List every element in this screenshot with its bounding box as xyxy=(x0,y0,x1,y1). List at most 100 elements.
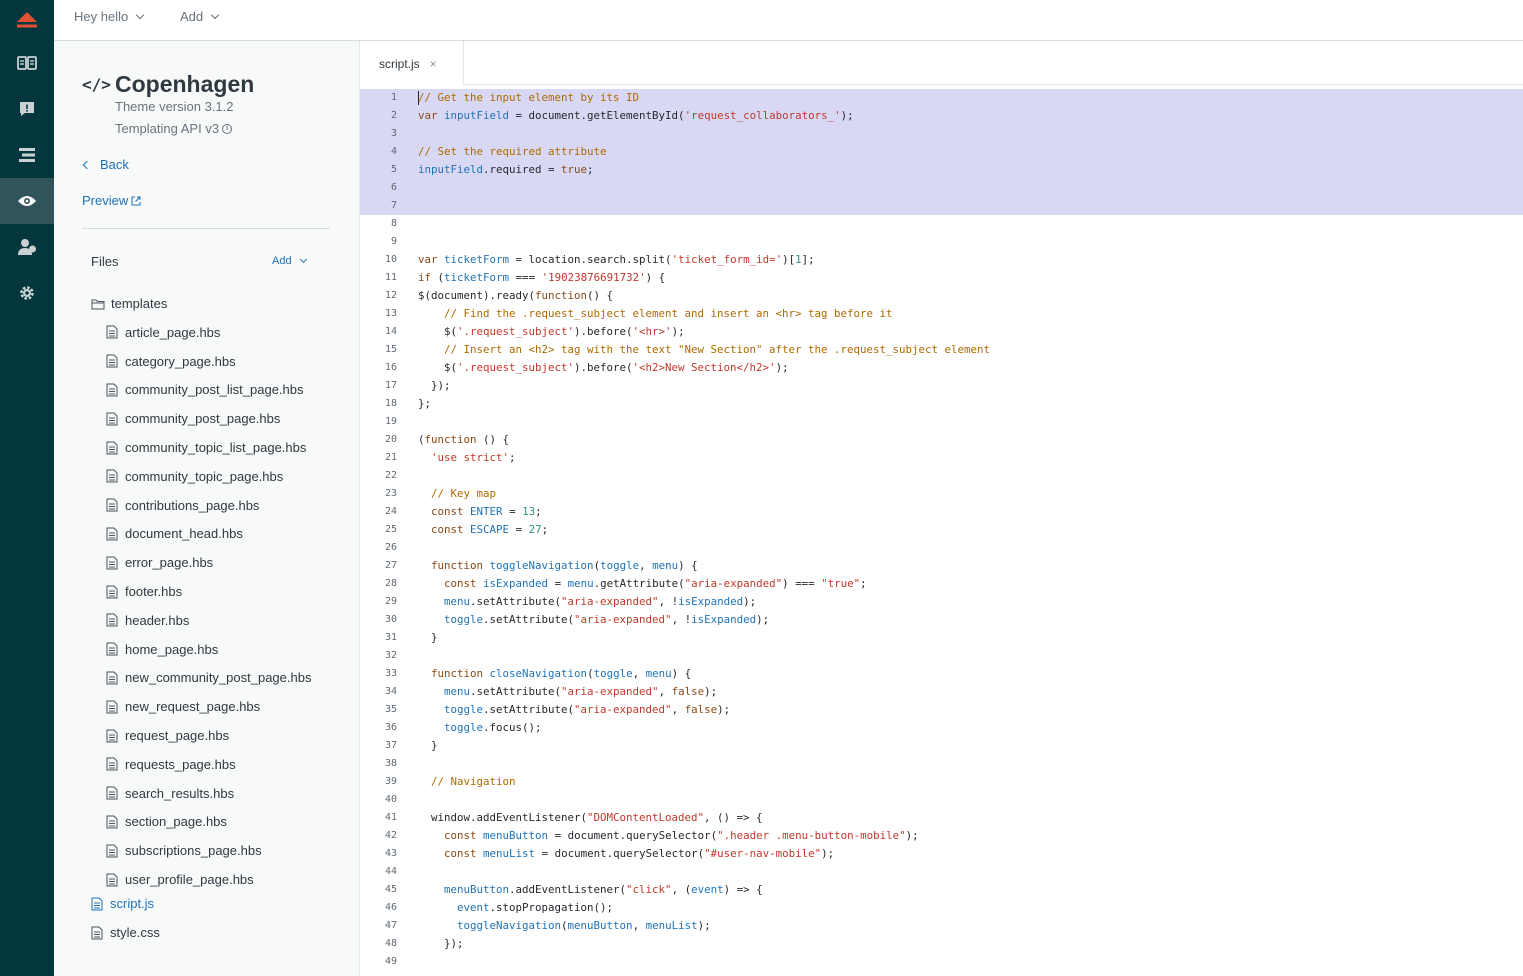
file-list-item[interactable]: community_post_list_page.hbs xyxy=(106,376,311,405)
code-text: $('.request_subject').before('<hr>'); xyxy=(418,325,685,338)
file-list-item[interactable]: section_page.hbs xyxy=(106,808,311,837)
file-list-item[interactable]: category_page.hbs xyxy=(106,347,311,376)
code-text: var ticketForm = location.search.split('… xyxy=(418,253,815,266)
customize-design-eye-icon[interactable] xyxy=(0,178,54,224)
code-text: // Set the required attribute xyxy=(418,145,607,158)
tab-script-js[interactable]: script.js × xyxy=(360,41,464,86)
file-list-item[interactable]: community_post_page.hbs xyxy=(106,404,311,433)
arrange-content-icon[interactable] xyxy=(0,132,54,178)
file-list-item[interactable]: community_topic_list_page.hbs xyxy=(106,433,311,462)
file-list-item[interactable]: new_request_page.hbs xyxy=(106,692,311,721)
line-number: 23 xyxy=(384,488,397,499)
file-list-item[interactable]: document_head.hbs xyxy=(106,520,311,549)
code-line: 36 toggle.focus(); xyxy=(360,719,1523,737)
file-style-css[interactable]: style.css xyxy=(91,925,160,940)
file-list-item[interactable]: new_community_post_page.hbs xyxy=(106,664,311,693)
file-icon xyxy=(106,412,118,426)
file-list-item[interactable]: requests_page.hbs xyxy=(106,750,311,779)
guide-icon[interactable] xyxy=(0,40,54,86)
file-list-item[interactable]: request_page.hbs xyxy=(106,721,311,750)
code-line: 17 }); xyxy=(360,377,1523,395)
file-list-item[interactable]: search_results.hbs xyxy=(106,779,311,808)
line-number: 39 xyxy=(384,776,397,787)
file-list-item[interactable]: community_topic_page.hbs xyxy=(106,462,311,491)
line-number: 36 xyxy=(384,722,397,733)
code-text: // Find the .request_subject element and… xyxy=(444,307,893,320)
file-label: section_page.hbs xyxy=(125,814,227,830)
files-heading: Files xyxy=(91,254,119,269)
code-line: 45 menuButton.addEventListener("click", … xyxy=(360,881,1523,899)
add-menu-button[interactable]: Add xyxy=(180,9,220,24)
code-line: 12 $(document).ready(function() { xyxy=(360,287,1523,305)
line-number: 44 xyxy=(384,866,397,877)
code-text: menuButton.addEventListener("click", (ev… xyxy=(444,883,763,896)
info-icon[interactable]: i xyxy=(222,123,233,134)
file-icon xyxy=(106,613,118,627)
line-number: 40 xyxy=(384,794,397,805)
file-list-item[interactable]: footer.hbs xyxy=(106,577,311,606)
code-line: 28 const isExpanded = menu.getAttribute(… xyxy=(360,575,1523,593)
theme-name: Copenhagen xyxy=(115,71,255,97)
line-number: 13 xyxy=(384,308,397,319)
add-file-button[interactable]: Add xyxy=(272,255,307,267)
file-label: new_community_post_page.hbs xyxy=(125,670,312,686)
zendesk-logo-icon[interactable] xyxy=(0,0,54,40)
code-text: $('.request_subject').before('<h2>New Se… xyxy=(418,361,789,374)
file-list-item[interactable]: user_profile_page.hbs xyxy=(106,865,311,894)
preview-link[interactable]: Preview xyxy=(82,193,141,208)
file-list-item[interactable]: contributions_page.hbs xyxy=(106,491,311,520)
theme-version: Theme version 3.1.2 xyxy=(115,99,234,114)
line-number: 6 xyxy=(390,182,397,193)
file-icon xyxy=(106,354,118,368)
code-line: 43 const menuList = document.querySelect… xyxy=(360,845,1523,863)
user-permissions-icon[interactable] xyxy=(0,224,54,270)
file-label: community_post_page.hbs xyxy=(125,411,281,427)
templates-folder-label: templates xyxy=(111,296,168,311)
code-icon: </> xyxy=(82,75,111,94)
code-line: 7 xyxy=(360,197,1523,215)
file-list-item[interactable]: article_page.hbs xyxy=(106,318,311,347)
code-text: toggle.setAttribute("aria-expanded", fal… xyxy=(444,703,731,716)
line-number: 12 xyxy=(384,290,397,301)
account-menu-button[interactable]: Hey hello xyxy=(74,9,145,24)
file-icon xyxy=(106,757,118,771)
line-number: 30 xyxy=(384,614,397,625)
line-number: 22 xyxy=(384,470,397,481)
file-label: new_request_page.hbs xyxy=(125,699,261,715)
line-number: 8 xyxy=(390,218,397,229)
file-label: requests_page.hbs xyxy=(125,756,236,772)
code-text: (function () { xyxy=(418,433,510,446)
settings-gear-icon[interactable] xyxy=(0,270,54,316)
line-number: 17 xyxy=(384,380,397,391)
file-script-js[interactable]: script.js xyxy=(91,896,154,911)
file-label: category_page.hbs xyxy=(125,353,236,369)
code-text: toggle.focus(); xyxy=(444,721,542,734)
file-label: request_page.hbs xyxy=(125,728,230,744)
back-link[interactable]: Back xyxy=(82,157,129,172)
close-icon[interactable]: × xyxy=(430,57,437,71)
code-text: $(document).ready(function() { xyxy=(418,289,614,302)
chevron-down-icon xyxy=(299,255,307,264)
file-label: home_page.hbs xyxy=(125,641,219,657)
file-list-item[interactable]: error_page.hbs xyxy=(106,548,311,577)
file-list-item[interactable]: header.hbs xyxy=(106,606,311,635)
chevron-down-icon xyxy=(135,10,145,20)
file-list-item[interactable]: home_page.hbs xyxy=(106,635,311,664)
preview-label: Preview xyxy=(82,193,129,208)
code-line: 39 // Navigation xyxy=(360,773,1523,791)
line-number: 46 xyxy=(384,902,397,913)
code-area[interactable]: 1 // Get the input element by its ID 2 var … xyxy=(360,89,1523,971)
editor-tab-bar: script.js × xyxy=(360,41,1523,86)
file-list-item[interactable]: subscriptions_page.hbs xyxy=(106,836,311,865)
code-text: if (ticketForm === '19023876691732') { xyxy=(418,271,666,284)
code-line: 27 function toggleNavigation(toggle, men… xyxy=(360,557,1523,575)
code-text: function closeNavigation(toggle, menu) { xyxy=(431,667,692,680)
line-number: 19 xyxy=(384,416,397,427)
line-number: 42 xyxy=(384,830,397,841)
code-line: 2 var inputField = document.getElementByI… xyxy=(360,107,1523,125)
code-line: 11 if (ticketForm === '19023876691732') { xyxy=(360,269,1523,287)
code-line: 41 window.addEventListener("DOMContentLo… xyxy=(360,809,1523,827)
line-number: 11 xyxy=(384,272,397,283)
templates-folder[interactable]: templates xyxy=(91,296,167,311)
feedback-icon[interactable] xyxy=(0,86,54,132)
